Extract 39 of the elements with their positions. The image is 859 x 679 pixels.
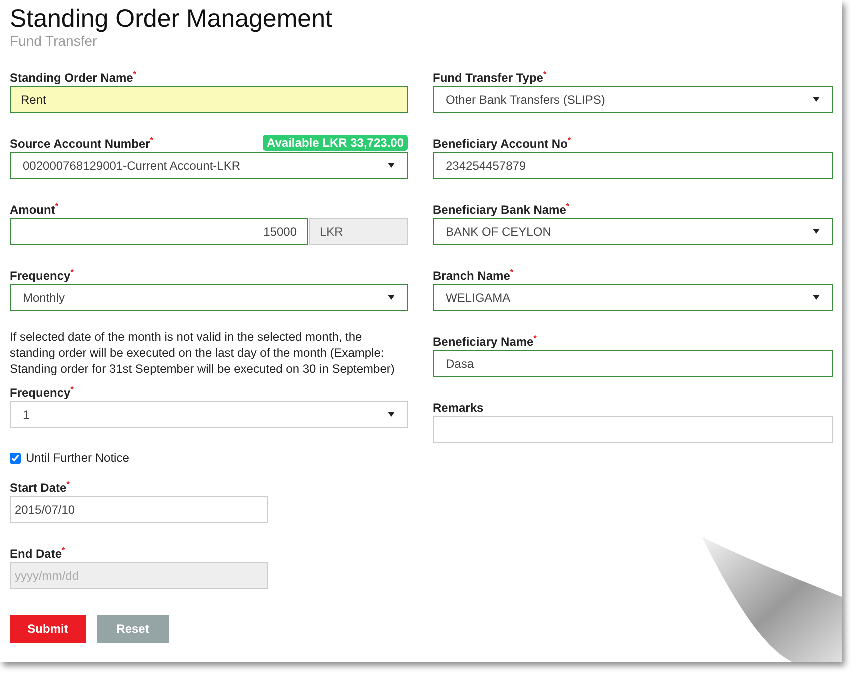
field-label: Beneficiary Bank Name$^{*}$ xyxy=(433,202,570,217)
input-field[interactable]: Rent xyxy=(10,86,408,113)
field-label: Frequency$^{*}$ xyxy=(10,385,74,400)
field-label: Remarks xyxy=(433,401,484,415)
input-field[interactable]: Dasa xyxy=(433,350,833,377)
submit-button[interactable]: Submit xyxy=(10,615,86,643)
currency-addon: LKR xyxy=(309,218,408,245)
dropdown[interactable]: Other Bank Transfers (SLIPS) xyxy=(433,86,833,113)
field-label: Frequency$^{*}$ xyxy=(10,268,74,283)
caret-icon xyxy=(813,295,820,300)
field-label: Beneficiary Account No$^{*}$ xyxy=(433,136,572,151)
caret-icon xyxy=(813,229,820,234)
field-label: Standing Order Name$^{*}$ xyxy=(10,70,136,85)
field-label: Beneficiary Name$^{*}$ xyxy=(433,334,537,349)
field-label: Source Account Number$^{*}$ xyxy=(10,136,154,151)
field-label: Fund Transfer Type$^{*}$ xyxy=(433,70,547,85)
field-label: Start Date$^{*}$ xyxy=(10,480,70,495)
dropdown[interactable]: 1 xyxy=(10,401,408,428)
info-note: If selected date of the month is not valid in the selected month, the standing order will be executed on the last day of the month (Example: Standing order for 31st September will be executed on 30 in September) xyxy=(10,329,396,377)
checkbox-label: Until Further Notice xyxy=(26,451,130,465)
caret-icon xyxy=(813,97,820,102)
input-field[interactable] xyxy=(433,416,833,443)
amount-field[interactable]: 15000 xyxy=(10,218,308,245)
checkbox[interactable] xyxy=(10,452,21,464)
input-field[interactable]: 234254457879 xyxy=(433,152,833,179)
page-subtitle: Fund Transfer xyxy=(10,34,98,48)
page-title: Standing Order Management xyxy=(10,4,334,34)
dropdown[interactable]: WELIGAMA xyxy=(433,284,833,311)
date-field[interactable]: 2015/07/10 xyxy=(10,496,268,523)
dropdown[interactable]: 002000768129001-Current Account-LKR xyxy=(10,152,408,179)
field-label: Amount$^{*}$ xyxy=(10,202,58,217)
dropdown[interactable]: Monthly xyxy=(10,284,408,311)
caret-icon xyxy=(388,163,395,168)
caret-icon xyxy=(388,412,395,417)
field-label: Branch Name$^{*}$ xyxy=(433,268,514,283)
caret-icon xyxy=(388,295,395,300)
dropdown[interactable]: BANK OF CEYLON xyxy=(433,218,833,245)
field-label: End Date$^{*}$ xyxy=(10,546,66,561)
available-balance-badge: Available LKR 33,723.00 xyxy=(263,135,408,151)
